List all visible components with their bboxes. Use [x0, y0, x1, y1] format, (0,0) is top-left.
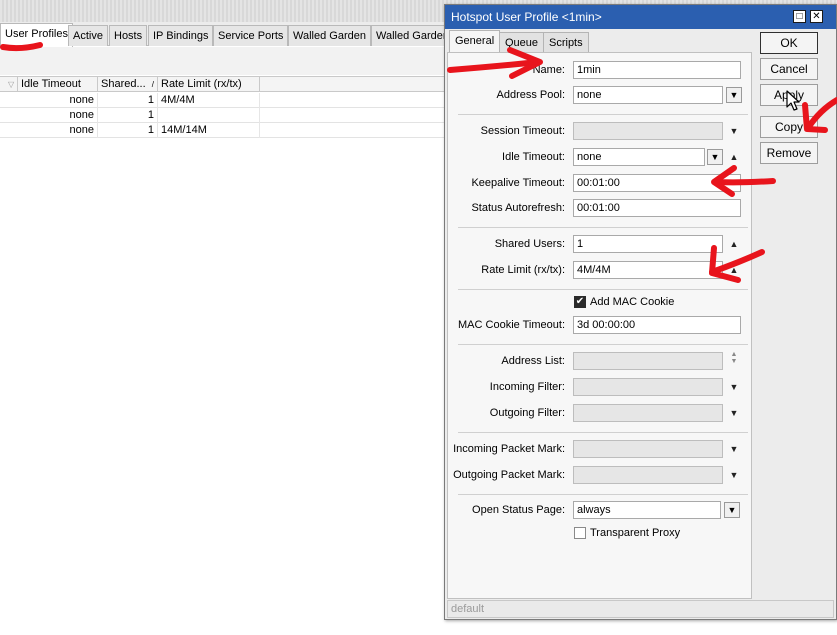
incoming-packet-mark-field[interactable]: [573, 440, 723, 458]
add-mac-cookie-label: Add MAC Cookie: [590, 296, 675, 308]
cell-shared-users: 1: [98, 123, 158, 138]
divider: [458, 227, 748, 228]
idle-timeout-select[interactable]: none: [573, 148, 705, 166]
down-arrow-icon[interactable]: ▼: [728, 125, 740, 137]
profiles-table-header: ▽ Idle Timeout Shared... / Rate Limit (r…: [0, 76, 445, 92]
column-header-idle-timeout[interactable]: Idle Timeout: [18, 77, 98, 92]
cell-idle-timeout: none: [18, 123, 98, 138]
outgoing-filter-label: Outgoing Filter:: [489, 407, 565, 419]
cell-shared-users: 1: [98, 108, 158, 123]
table-row[interactable]: none 1: [0, 108, 445, 123]
session-timeout-field[interactable]: [573, 122, 723, 140]
up-arrow-icon[interactable]: ▲: [728, 151, 740, 163]
tab-service-ports[interactable]: Service Ports: [213, 25, 289, 46]
divider: [458, 494, 748, 495]
up-arrow-icon[interactable]: ▲: [728, 238, 740, 250]
cell-rate-limit: 14M/14M: [158, 123, 260, 138]
idle-timeout-label: Idle Timeout:: [502, 151, 565, 163]
tab-user-profiles[interactable]: User Profiles: [0, 23, 73, 47]
cell-idle-timeout: none: [18, 93, 98, 108]
divider: [458, 289, 748, 290]
status-autorefresh-field[interactable]: 00:01:00: [573, 199, 741, 217]
status-bar: default: [447, 600, 834, 618]
tab-queue[interactable]: Queue: [499, 32, 545, 53]
column-header-rate-limit[interactable]: Rate Limit (rx/tx): [158, 77, 260, 92]
tab-active[interactable]: Active: [68, 25, 108, 46]
column-header-shared-users[interactable]: Shared... /: [98, 77, 158, 92]
name-label: Name:: [532, 64, 565, 76]
outgoing-packet-mark-label: Outgoing Packet Mark:: [453, 469, 565, 481]
mac-cookie-timeout-field[interactable]: 3d 00:00:00: [573, 316, 741, 334]
open-status-page-select[interactable]: always: [573, 501, 721, 519]
sort-icon: /: [151, 80, 154, 89]
address-list-label: Address List:: [501, 355, 565, 367]
down-arrow-icon[interactable]: ▼: [728, 381, 740, 393]
remove-button[interactable]: Remove: [760, 142, 818, 164]
cell-idle-timeout: none: [18, 108, 98, 123]
down-arrow-icon[interactable]: ▼: [728, 469, 740, 481]
maximize-icon[interactable]: □: [793, 10, 806, 23]
ok-button[interactable]: OK: [760, 32, 818, 54]
divider: [458, 114, 748, 115]
dialog-title: Hotspot User Profile <1min>: [451, 10, 602, 24]
hotspot-user-profile-dialog: Hotspot User Profile <1min> □ ✕ General …: [444, 4, 837, 620]
session-timeout-label: Session Timeout:: [480, 125, 565, 137]
down-arrow-icon[interactable]: ▼: [728, 407, 740, 419]
transparent-proxy-label: Transparent Proxy: [590, 527, 681, 539]
up-arrow-icon[interactable]: ▲: [728, 264, 740, 276]
cell-shared-users: 1: [98, 93, 158, 108]
tab-scripts[interactable]: Scripts: [543, 32, 589, 53]
rate-limit-field[interactable]: 4M/4M: [573, 261, 723, 279]
dialog-title-bar[interactable]: Hotspot User Profile <1min> □ ✕: [445, 5, 836, 29]
tab-general[interactable]: General: [449, 30, 501, 53]
dropdown-icon[interactable]: ▼: [707, 149, 723, 165]
down-arrow-icon[interactable]: ▼: [728, 358, 740, 370]
dropdown-icon[interactable]: ▼: [726, 87, 742, 103]
table-row[interactable]: none 1 4M/4M: [0, 93, 445, 108]
cell-rate-limit: [158, 108, 260, 123]
tab-ip-bindings[interactable]: IP Bindings: [148, 25, 214, 46]
divider: [458, 432, 748, 433]
mac-cookie-timeout-label: MAC Cookie Timeout:: [458, 319, 565, 331]
sort-column-header[interactable]: ▽: [0, 77, 18, 92]
address-list-field[interactable]: [573, 352, 723, 370]
shared-users-label: Shared Users:: [494, 238, 565, 250]
tab-walled-garden[interactable]: Walled Garden: [288, 25, 371, 46]
incoming-filter-field[interactable]: [573, 378, 723, 396]
copy-button[interactable]: Copy: [760, 116, 818, 138]
shared-users-field[interactable]: 1: [573, 235, 723, 253]
dropdown-icon[interactable]: ▼: [724, 502, 740, 518]
open-status-page-label: Open Status Page:: [472, 504, 565, 516]
address-pool-select[interactable]: none: [573, 86, 723, 104]
tab-hosts[interactable]: Hosts: [109, 25, 148, 46]
name-field[interactable]: 1min: [573, 61, 741, 79]
divider: [458, 344, 748, 345]
cancel-button[interactable]: Cancel: [760, 58, 818, 80]
incoming-packet-mark-label: Incoming Packet Mark:: [453, 443, 565, 455]
down-arrow-icon[interactable]: ▼: [728, 443, 740, 455]
status-autorefresh-label: Status Autorefresh:: [471, 202, 565, 214]
outgoing-packet-mark-field[interactable]: [573, 466, 723, 484]
rate-limit-label: Rate Limit (rx/tx):: [481, 264, 565, 276]
general-tab-panel: Name: 1min Address Pool: none ▼ Session …: [447, 52, 752, 599]
add-mac-cookie-checkbox[interactable]: ✔: [574, 296, 586, 308]
address-pool-label: Address Pool:: [496, 89, 565, 101]
cell-rate-limit: 4M/4M: [158, 93, 260, 108]
close-icon[interactable]: ✕: [810, 10, 823, 23]
mouse-cursor-icon: [786, 90, 800, 111]
keepalive-timeout-field[interactable]: 00:01:00: [573, 174, 741, 192]
incoming-filter-label: Incoming Filter:: [489, 381, 565, 393]
tab-walled-garden-ip[interactable]: Walled Garden: [371, 25, 454, 46]
table-row[interactable]: none 1 14M/14M: [0, 123, 445, 138]
keepalive-timeout-label: Keepalive Timeout:: [471, 177, 565, 189]
sort-icon: ▽: [8, 80, 15, 89]
column-header-shared-users-label: Shared...: [101, 78, 146, 90]
outgoing-filter-field[interactable]: [573, 404, 723, 422]
transparent-proxy-checkbox[interactable]: [574, 527, 586, 539]
